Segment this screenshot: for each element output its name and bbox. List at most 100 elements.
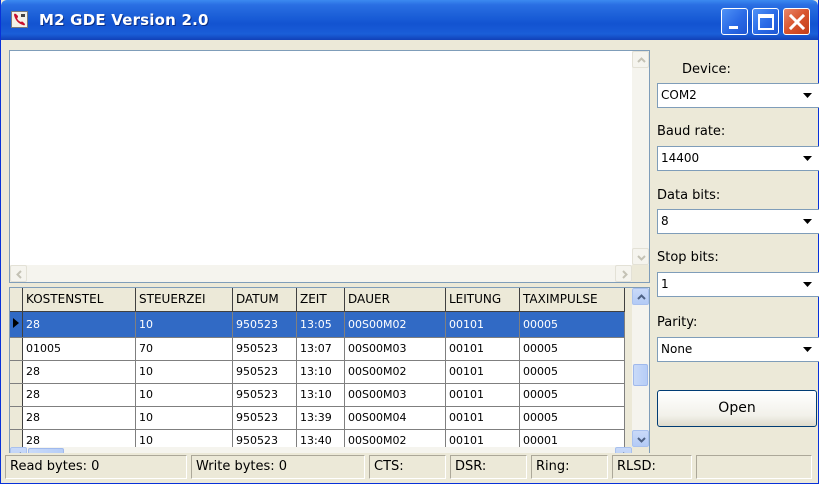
grid-cell[interactable]: 10	[135, 311, 233, 338]
row-indicator[interactable]	[10, 337, 23, 361]
grid-cell[interactable]: 00101	[445, 337, 520, 361]
dropdown-arrow-button[interactable]	[797, 274, 818, 295]
open-port-button[interactable]: Open	[657, 390, 817, 427]
grid-cell[interactable]: 28	[22, 406, 136, 430]
grid-cell[interactable]: 13:10	[296, 360, 345, 384]
phone-app-icon[interactable]	[11, 11, 28, 28]
chevron-up-icon	[637, 294, 646, 300]
table-row[interactable]: 28 10 950523 13:10 00S00M03 00101 00005	[10, 383, 625, 407]
grid-cell[interactable]: 950523	[232, 383, 297, 407]
grid-cell[interactable]: 00S00M02	[344, 311, 446, 338]
grid-cell[interactable]: 28	[22, 360, 136, 384]
dropdown-arrow-button[interactable]	[797, 339, 818, 360]
terminal-vertical-scrollbar[interactable]	[632, 51, 649, 265]
column-header[interactable]: ZEIT	[296, 288, 345, 312]
device-select[interactable]: COM2	[657, 83, 819, 108]
terminal-horizontal-scrollbar[interactable]	[10, 265, 632, 282]
table-row[interactable]: 01005 70 950523 13:07 00S00M03 00101 000…	[10, 337, 625, 361]
grid-cell[interactable]: 00005	[519, 337, 625, 361]
stop-bits-select[interactable]: 1	[657, 272, 819, 297]
baud-rate-label: Baud rate:	[657, 124, 726, 139]
grid-scroll-up-button[interactable]	[632, 288, 649, 305]
grid-cell[interactable]: 950523	[232, 311, 297, 338]
grid-cell[interactable]: 00005	[519, 406, 625, 430]
table-row[interactable]: 28 10 950523 13:10 00S00M02 00101 00005	[10, 360, 625, 384]
grid-cell[interactable]: 00S00M03	[344, 337, 446, 361]
grid-cell[interactable]: 13:39	[296, 406, 345, 430]
grid-cell[interactable]: 950523	[232, 406, 297, 430]
row-indicator[interactable]	[10, 311, 23, 338]
grid-cell[interactable]: 28	[22, 383, 136, 407]
ring-status: Ring:	[531, 455, 608, 479]
minimize-button[interactable]	[721, 8, 748, 35]
app-window: M2 GDE Version 2.0 KOSTENSTEL STEUERZEI …	[0, 0, 819, 484]
call-records-grid[interactable]: KOSTENSTEL STEUERZEI DATUM ZEIT DAUER LE…	[9, 287, 650, 465]
maximize-button[interactable]	[752, 8, 779, 35]
parity-value: None	[661, 342, 693, 356]
grid-vertical-thumb[interactable]	[633, 364, 648, 386]
maximize-icon	[758, 14, 774, 30]
grid-header-row: KOSTENSTEL STEUERZEI DATUM ZEIT DAUER LE…	[10, 288, 625, 312]
write-bytes-status: Write bytes: 0	[191, 455, 365, 479]
column-header[interactable]: TAXIMPULSE	[519, 288, 625, 312]
row-indicator[interactable]	[10, 383, 23, 407]
dropdown-arrow-button[interactable]	[797, 85, 818, 106]
grid-cell[interactable]: 10	[135, 383, 233, 407]
chevron-left-icon	[16, 270, 22, 279]
grid-cell[interactable]: 950523	[232, 337, 297, 361]
baud-rate-select[interactable]: 14400	[657, 146, 819, 171]
grid-cell[interactable]: 00101	[445, 311, 520, 338]
column-header[interactable]: DATUM	[232, 288, 297, 312]
status-bar: Read bytes: 0 Write bytes: 0 CTS: DSR: R…	[5, 453, 816, 480]
grid-cell[interactable]: 28	[22, 311, 136, 338]
title-bar[interactable]: M2 GDE Version 2.0	[1, 0, 818, 40]
grid-cell[interactable]: 00S00M03	[344, 383, 446, 407]
data-bits-value: 8	[661, 214, 669, 228]
grid-cell[interactable]: 00005	[519, 360, 625, 384]
grid-vertical-scrollbar[interactable]	[632, 288, 649, 447]
data-bits-select[interactable]: 8	[657, 209, 819, 234]
grid-cell[interactable]: 13:07	[296, 337, 345, 361]
chevron-down-icon	[803, 156, 812, 161]
terminal-output-box[interactable]	[9, 50, 650, 283]
grid-cell[interactable]: 01005	[22, 337, 136, 361]
grid-cell[interactable]: 13:10	[296, 383, 345, 407]
column-header[interactable]: KOSTENSTEL	[22, 288, 136, 312]
close-button[interactable]	[783, 8, 810, 35]
close-icon	[788, 13, 806, 31]
dropdown-arrow-button[interactable]	[797, 148, 818, 169]
grid-cell[interactable]: 00005	[519, 383, 625, 407]
grid-cell[interactable]: 00101	[445, 360, 520, 384]
device-label: Device:	[682, 62, 731, 77]
scroll-up-button[interactable]	[632, 51, 649, 68]
scroll-left-button[interactable]	[10, 265, 27, 282]
client-area: KOSTENSTEL STEUERZEI DATUM ZEIT DAUER LE…	[5, 40, 819, 480]
column-header[interactable]: LEITUNG	[445, 288, 520, 312]
grid-cell[interactable]: 00S00M02	[344, 360, 446, 384]
column-header[interactable]: DAUER	[344, 288, 446, 312]
table-row[interactable]: 28 10 950523 13:05 00S00M02 00101 00005	[10, 311, 625, 338]
dropdown-arrow-button[interactable]	[797, 211, 818, 232]
stop-bits-label: Stop bits:	[657, 250, 719, 265]
header-indicator-cell	[10, 288, 23, 312]
grid-cell[interactable]: 00005	[519, 311, 625, 338]
chevron-down-icon	[637, 437, 646, 443]
grid-cell[interactable]: 13:05	[296, 311, 345, 338]
grid-scroll-down-button[interactable]	[632, 430, 649, 447]
row-indicator[interactable]	[10, 406, 23, 430]
grid-cell[interactable]: 10	[135, 406, 233, 430]
column-header[interactable]: STEUERZEI	[135, 288, 233, 312]
scroll-down-button[interactable]	[632, 248, 649, 265]
stop-bits-value: 1	[661, 277, 669, 291]
parity-select[interactable]: None	[657, 337, 819, 362]
table-row[interactable]: 28 10 950523 13:39 00S00M04 00101 00005	[10, 406, 625, 430]
grid-cell[interactable]: 10	[135, 360, 233, 384]
grid-cell[interactable]: 00101	[445, 406, 520, 430]
grid-cell[interactable]: 70	[135, 337, 233, 361]
grid-cell[interactable]: 950523	[232, 360, 297, 384]
row-indicator[interactable]	[10, 360, 23, 384]
grid-cell[interactable]: 00S00M04	[344, 406, 446, 430]
chevron-up-icon	[637, 57, 646, 63]
grid-cell[interactable]: 00101	[445, 383, 520, 407]
scroll-right-button[interactable]	[615, 265, 632, 282]
